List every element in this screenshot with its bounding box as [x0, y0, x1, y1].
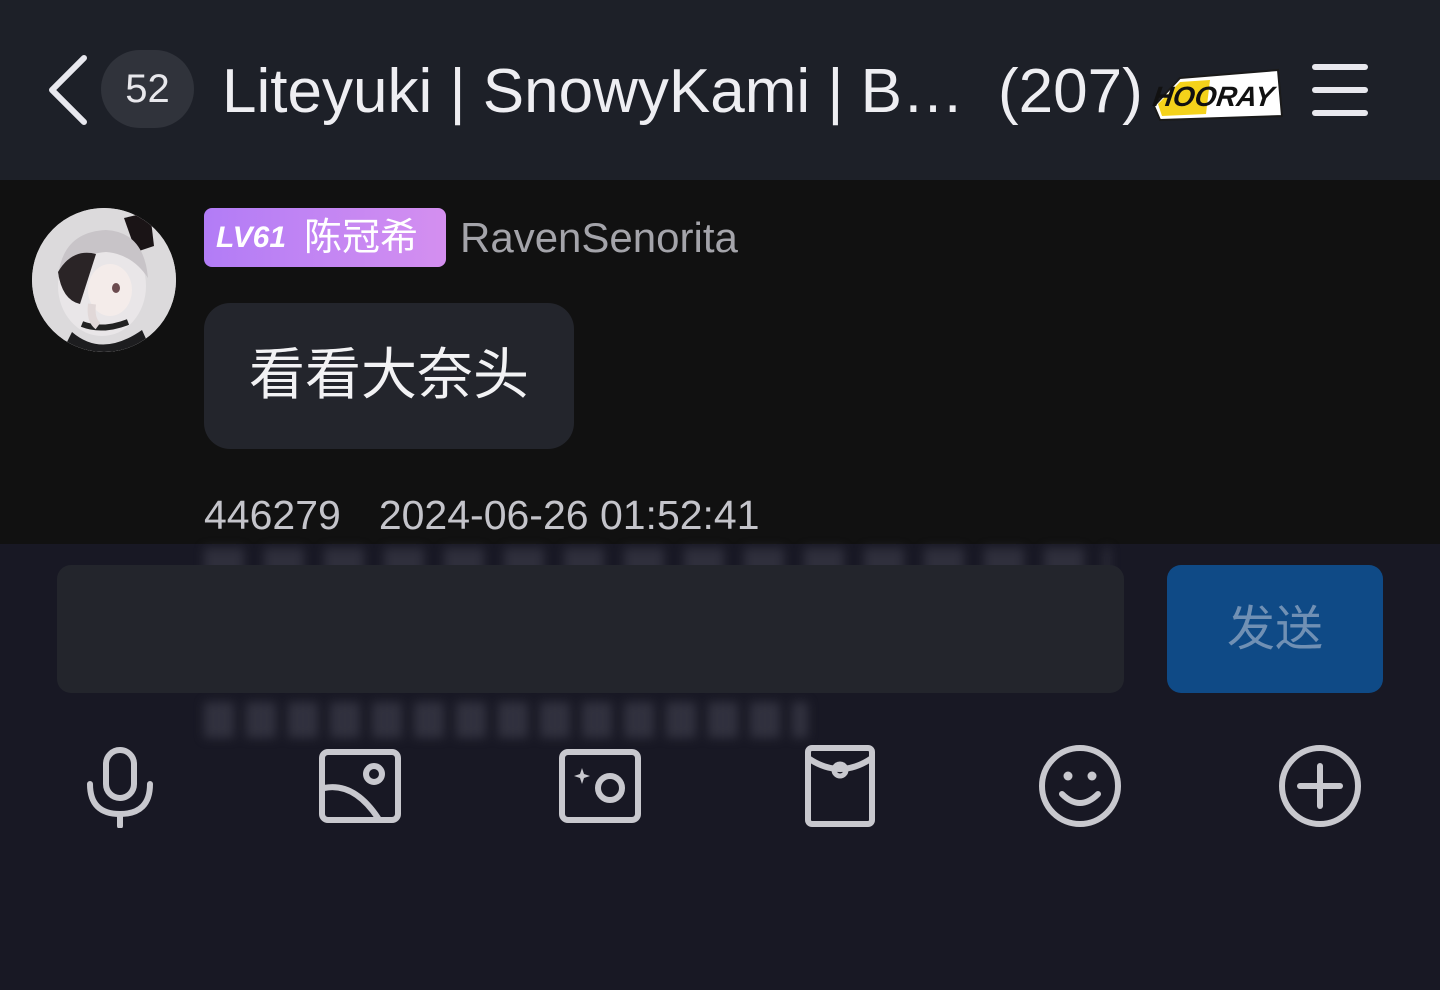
menu-line-middle: [1312, 87, 1368, 93]
sender-name[interactable]: RavenSenorita: [460, 208, 738, 268]
message-id: 446279: [204, 492, 341, 538]
message-meta: 446279 2024-06-26 01:52:41: [204, 490, 760, 540]
unread-count-badge[interactable]: 52: [101, 50, 194, 128]
member-count[interactable]: (207): [998, 52, 1143, 132]
message-text: 看看大奈头: [249, 343, 529, 408]
member-title-badge[interactable]: LV61 陈冠希: [204, 208, 446, 267]
chat-header: 52 Liteyuki | SnowyKami | Bot交流群 (207) H…: [0, 0, 1440, 180]
hooray-badge-icon[interactable]: HOORAY: [1150, 64, 1285, 124]
red-packet-icon[interactable]: [798, 744, 882, 828]
image-icon[interactable]: [318, 744, 402, 828]
level-label: LV61: [216, 221, 287, 254]
plus-icon[interactable]: [1278, 744, 1362, 828]
send-button[interactable]: 发送: [1167, 565, 1383, 693]
message-bubble[interactable]: 看看大奈头: [204, 303, 574, 449]
menu-line-bottom: [1312, 110, 1368, 116]
camera-icon[interactable]: [558, 744, 642, 828]
chat-title[interactable]: Liteyuki | SnowyKami | Bot交流群: [222, 52, 982, 132]
hooray-badge-text: HOORAY: [1151, 81, 1278, 112]
member-title: 陈冠希: [304, 215, 419, 259]
avatar-image: [32, 208, 176, 352]
blurred-background-meta: [204, 702, 808, 738]
back-button[interactable]: [40, 50, 96, 130]
emoji-icon[interactable]: [1038, 744, 1122, 828]
message-input[interactable]: [57, 565, 1124, 693]
avatar[interactable]: [32, 208, 176, 352]
hamburger-menu-icon: [1312, 64, 1368, 70]
message-timestamp: 2024-06-26 01:52:41: [378, 492, 760, 538]
microphone-icon[interactable]: [78, 744, 162, 828]
menu-button[interactable]: [1308, 60, 1372, 120]
chevron-left-icon: [49, 55, 87, 125]
